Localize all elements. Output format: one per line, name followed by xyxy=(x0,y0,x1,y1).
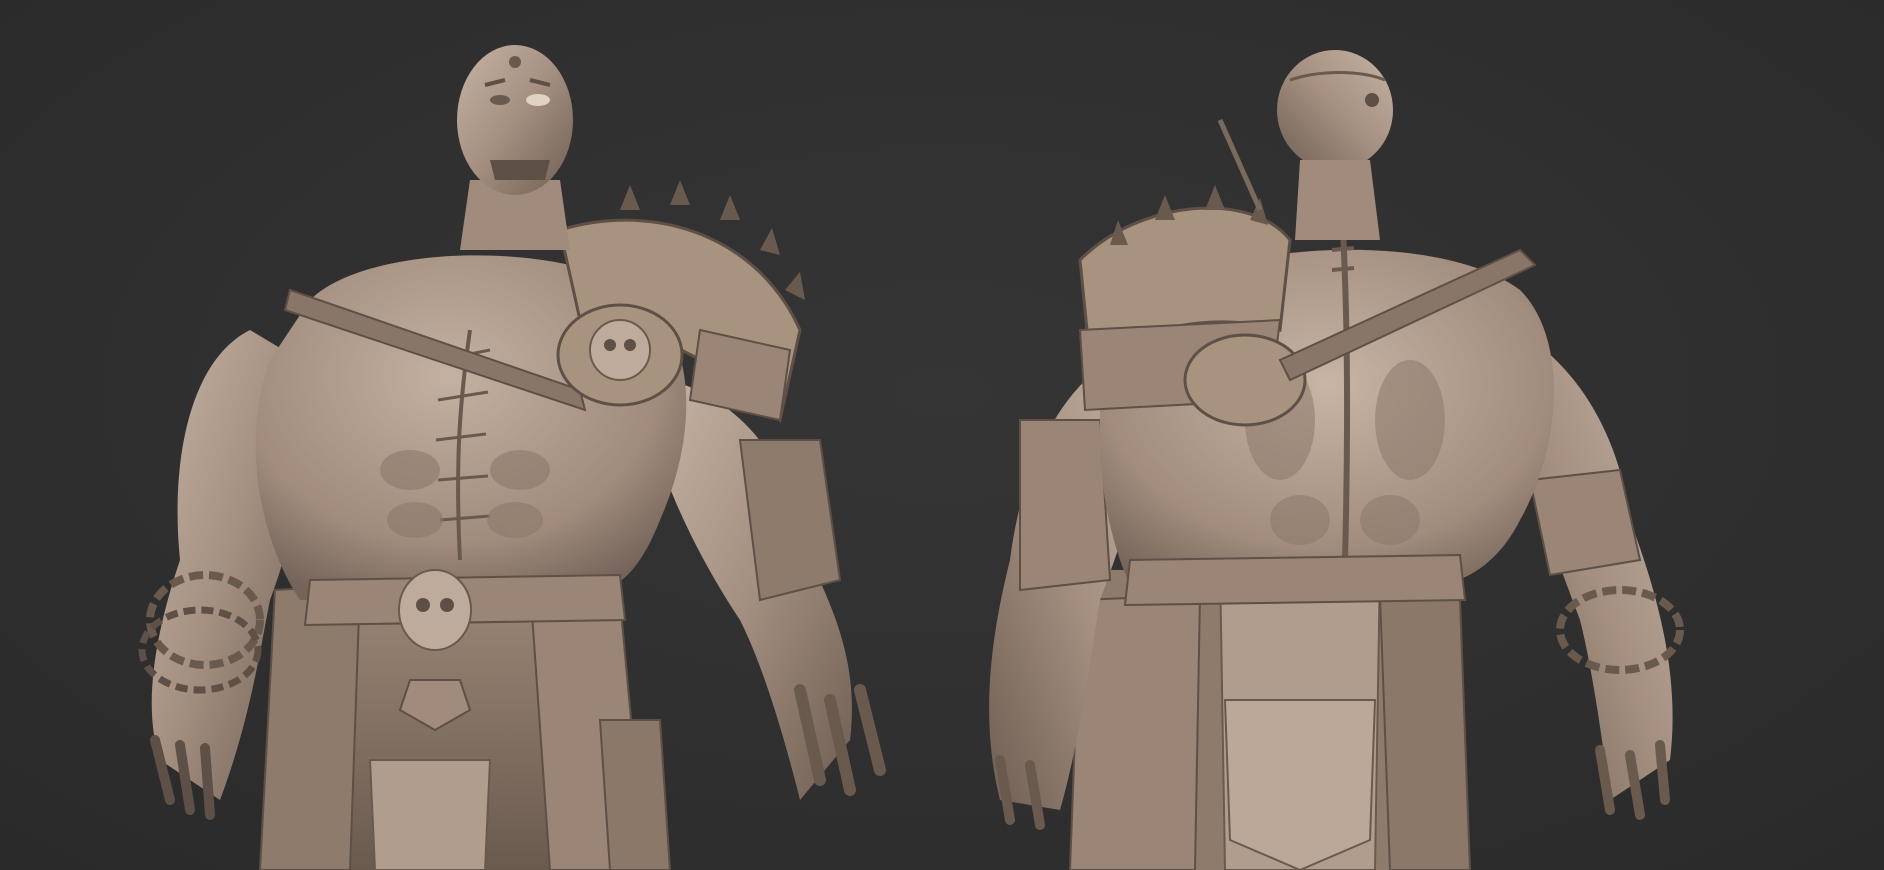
head xyxy=(457,45,573,195)
spiked-pauldron-back xyxy=(1078,185,1307,427)
back-figure xyxy=(989,50,1684,870)
back-view-render xyxy=(960,0,1860,870)
front-view-render xyxy=(60,0,940,870)
arrow-shaft xyxy=(1217,118,1263,212)
armored-skirt-back xyxy=(1068,564,1472,870)
front-figure xyxy=(138,45,886,870)
back-belt xyxy=(1123,553,1467,607)
back-head xyxy=(1277,50,1393,240)
left-arm xyxy=(650,380,886,800)
skull-medallion xyxy=(556,303,684,407)
sculpt-viewport xyxy=(0,0,1884,870)
